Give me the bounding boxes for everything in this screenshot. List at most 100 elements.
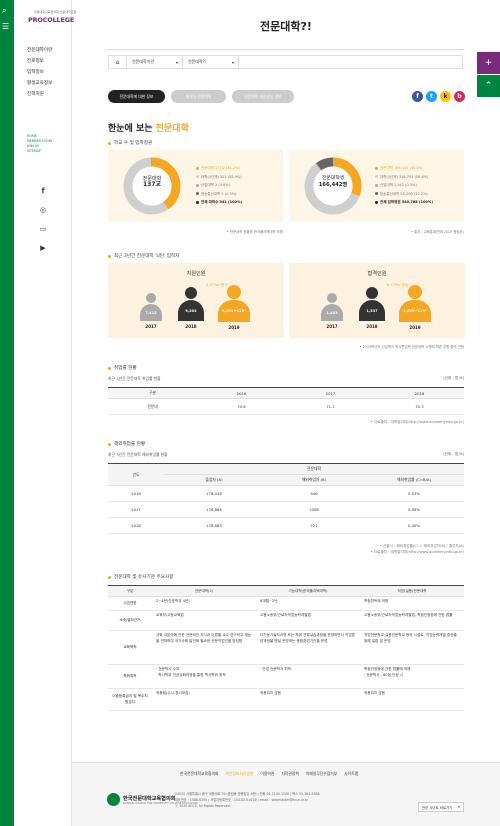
th: 해외취업률 (C=B/A) xyxy=(364,474,464,486)
sec4-title: 해외취업률 현황 xyxy=(108,441,145,447)
sec3-title-text: 취업률 현황 xyxy=(114,366,137,371)
td: 고용노동부/근로자직업능력개발법, 학점인정등에 관한 법률 xyxy=(360,610,464,631)
footer-link[interactable]: 이메일무단수집거부 xyxy=(306,771,337,777)
unit-label: (단위 : 명,%) xyxy=(443,376,464,380)
home-icon[interactable]: ⌂ xyxy=(109,56,127,68)
home-link[interactable]: HOME xyxy=(27,134,52,138)
td: 0.59% xyxy=(364,501,464,518)
plus-icon[interactable]: + xyxy=(477,52,500,74)
source-note: • 자료출처 : 대학알리미(http://www.academyinfo.go… xyxy=(370,550,464,554)
crumb-select-2[interactable]: 전문대학?! ▾ xyxy=(183,56,239,68)
divider xyxy=(107,49,464,50)
comparison-table: 구분 전문대학(2) 기능대학(한국폴리텍대학) 직업(실용)전문대학 수업연한… xyxy=(108,585,464,711)
legend-item: 전문대학 137교 (41.2%) xyxy=(196,164,242,173)
td: 0.40% xyxy=(364,517,464,534)
side-menu-item[interactable]: 진학지원 xyxy=(27,92,71,97)
facebook-share-icon[interactable]: f xyxy=(412,91,423,102)
sec2-title-text: 최근 3년간 전문대학 'U턴' 입학자 xyxy=(114,254,180,259)
person-2019: 1,525+115* 2019 xyxy=(399,285,431,330)
heading-accent: 전문대학 xyxy=(155,124,189,134)
table-row: 학위취득 · 전문학사 수여 · 학사학위 전공심화과정을 통한 학사학위 취득 ·… xyxy=(108,664,464,689)
person-year: 2018 xyxy=(366,324,378,329)
legend-item: 산업대학 2,442 (0.5%) xyxy=(375,181,433,190)
legend-item: 방송통신대학 1 (0.3%) xyxy=(196,190,242,199)
menu-icon[interactable]: ☰ xyxy=(2,22,9,32)
crumb-select-1[interactable]: 전문대학이란 ▾ xyxy=(127,56,183,68)
kakao-share-icon[interactable]: k xyxy=(440,91,451,102)
td: 교육부/고등교육법 xyxy=(152,610,256,631)
applicants-card: 지원인원 4.27%p 증가 7,412 2017 9,202 2018 8,3… xyxy=(108,263,284,338)
table-header: 구분 2016 2017 2018 xyxy=(108,387,464,399)
td: 수업연한 xyxy=(108,596,152,611)
related-site-select[interactable]: 관련 사이트 바로가기 ▾ xyxy=(418,802,464,812)
chevron-down-icon: ▾ xyxy=(175,59,178,65)
footer-link[interactable]: 사이트맵 xyxy=(344,771,358,777)
side-menu-item[interactable]: 전문대학이란 xyxy=(27,48,71,53)
footer-link[interactable]: 개인정보처리방침 xyxy=(225,771,253,777)
td: 학점취득에 의함 xyxy=(360,596,464,611)
td: 다기능기술자과정 또는 학위 연결실습과정을 운영하면서 직업훈련과정을 병설 … xyxy=(256,630,360,665)
person-value: 8,391+418* xyxy=(218,300,250,322)
tab-other[interactable]: 전문대학 비전문인 정보 xyxy=(232,90,294,103)
td: · 전문학사 수여 · 학사학위 전공심화과정을 통한 학사학위 취득 xyxy=(152,664,256,689)
tab-info[interactable]: 전문대학에 대한 정보 xyxy=(108,90,165,103)
legend-right: 전문대학 166,442 (30.8%) 대학(4년제) 316,704 (58.… xyxy=(375,164,433,207)
th: 직업(실용)전문대학 xyxy=(360,585,464,597)
logo[interactable]: 전문대학교육협의회 전문대학포털 PROCOLLEGE xyxy=(27,10,76,24)
td: 적용됨(수시,정시모집) xyxy=(152,688,256,711)
table-row: 2018 178,583 721 0.40% xyxy=(108,517,464,534)
login-link[interactable]: MEMBER LOGIN xyxy=(27,139,52,143)
table-row: 2016 178,026 946 0.53% xyxy=(108,485,464,502)
side-menu-item[interactable]: 평생교육정보 xyxy=(27,81,71,86)
sec5-title-text: 전문대학 및 유사기관 주요사항 xyxy=(114,575,174,580)
legend-label: 대학(4년제) 201 (58.9%) xyxy=(201,174,242,179)
legend-dot-icon xyxy=(375,200,378,204)
footer-link[interactable]: 저작권정책 xyxy=(281,771,298,777)
th: 해외취업자 (B) xyxy=(264,474,364,486)
chat-icon[interactable]: ▭ xyxy=(38,224,48,234)
legend-dot-icon xyxy=(375,175,378,179)
legend-dot-icon xyxy=(196,200,199,204)
side-menu-item[interactable]: 입학정보 xyxy=(27,70,71,75)
twitter-share-icon[interactable]: t xyxy=(426,91,437,102)
crumb-label: 전문대학이란 xyxy=(132,59,155,64)
donut-left-value: 137교 xyxy=(142,181,162,188)
search-icon[interactable]: ⌕ xyxy=(2,6,6,16)
facebook-icon[interactable]: f xyxy=(38,186,48,196)
share-buttons: f t k b xyxy=(412,91,465,102)
person-2017: 1,453 2017 xyxy=(321,293,343,329)
join-link[interactable]: JOIN US xyxy=(27,144,52,148)
person-value: 1,525+115* xyxy=(399,300,431,322)
chevron-up-icon[interactable]: ⌃ xyxy=(477,75,500,97)
th: 구분 xyxy=(108,585,152,597)
logo-text: PROCOLLEGE xyxy=(28,15,75,24)
chevron-down-icon: ▾ xyxy=(458,805,460,809)
tab-worker[interactable]: 재직자 전문대학 xyxy=(171,90,226,103)
td: 1098 xyxy=(264,501,364,518)
instagram-icon[interactable]: ◎ xyxy=(38,205,48,215)
note: • 2019학년도 신입학자 학사편입학 전문대학 시행에 따른 지원·합격 인… xyxy=(359,345,464,349)
sitemap-link[interactable]: SITEMAP xyxy=(27,149,52,153)
td: 2017 xyxy=(108,501,164,518)
sec5-title: 전문대학 및 유사기관 주요사항 xyxy=(108,574,173,580)
side-menu-item[interactable]: 진로정보 xyxy=(27,59,71,64)
td: 고용노동부/근로자직업능력개발법 xyxy=(256,610,360,631)
select-label: 관련 사이트 바로가기 xyxy=(422,805,453,810)
footer-link[interactable]: 이용약관 xyxy=(260,771,274,777)
legend-label: 방송통신대학 55,200 (10.2%) xyxy=(380,191,428,196)
th: 기능대학(한국폴리텍대학) xyxy=(256,585,360,597)
side-menu: 전문대학이란 진로정보 입학정보 평생교육정보 진학지원 xyxy=(27,48,71,103)
person-value: 9,202 xyxy=(178,300,204,321)
table-row: 전문대 70.6 71.1 70.3 xyxy=(108,398,464,415)
blog-share-icon[interactable]: b xyxy=(454,91,465,102)
td: 0.53% xyxy=(364,485,464,502)
legend-dot-icon xyxy=(375,192,378,196)
td: 학위취득 xyxy=(108,664,152,689)
legend-label: 대학(4년제) 316,704 (58.6%) xyxy=(380,174,429,179)
youtube-icon[interactable]: ▶ xyxy=(38,243,48,253)
th: 2018 xyxy=(375,387,464,399)
footer-link[interactable]: 한국전문대학교육협의회 xyxy=(180,771,218,777)
copyright: ⓒ 2020 KCCE. All Rights Reserved. xyxy=(175,804,231,808)
person-year: 2019 xyxy=(228,325,240,330)
person-2018: 1,537 2018 xyxy=(359,287,385,329)
